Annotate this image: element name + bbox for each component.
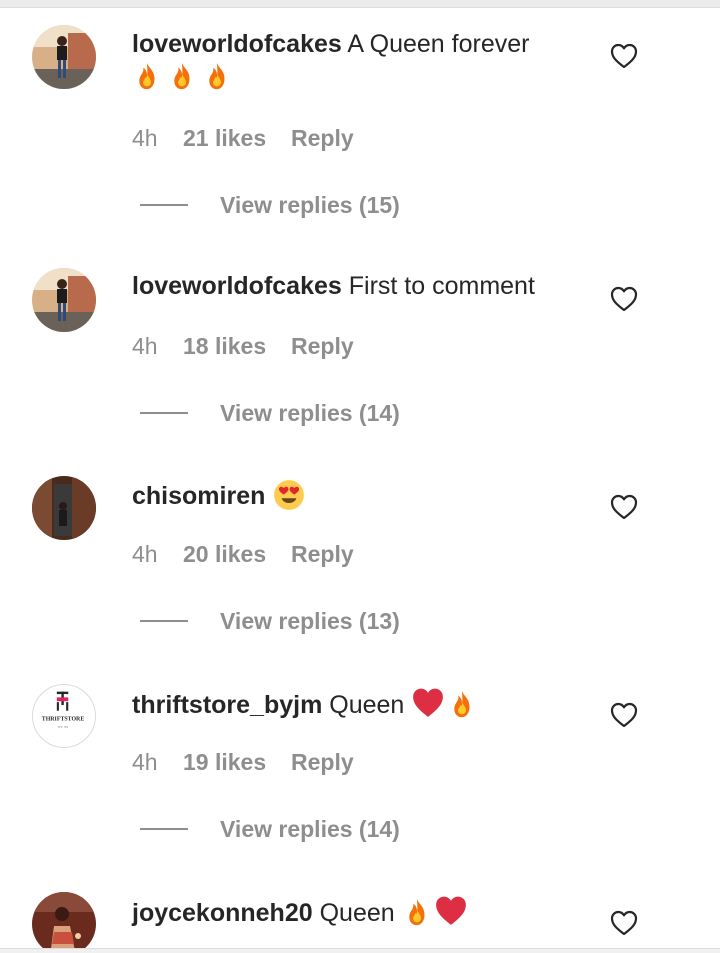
comment-text: loveworldofcakes A Queen forever	[132, 28, 602, 94]
comment-item: chisomiren 4h 20 likes Reply View replies …	[0, 476, 720, 684]
view-replies-button[interactable]: View replies (14)	[140, 400, 400, 427]
comment-username[interactable]: chisomiren	[132, 482, 265, 510]
fire-icon	[209, 62, 225, 90]
fire-icon	[408, 898, 425, 926]
comment-text: chisomiren	[132, 478, 602, 513]
fire-icon	[454, 690, 470, 718]
comment-item: loveworldofcakes A Queen forever 4h 21 li…	[0, 25, 720, 233]
comment-username[interactable]: loveworldofcakes	[132, 30, 342, 58]
comment-item: THRIFTSTORE BY JM thriftstore_byjm Queen…	[0, 684, 720, 892]
view-replies-button[interactable]: View replies (13)	[140, 608, 400, 635]
fire-icon	[139, 62, 155, 90]
like-heart-icon[interactable]	[610, 286, 638, 312]
reply-button[interactable]: Reply	[291, 749, 354, 776]
view-replies-label: View replies (14)	[220, 400, 400, 426]
view-replies-label: View replies (14)	[220, 816, 400, 842]
comment-body: First to comment	[348, 272, 535, 300]
comment-item: joycekonneh20 Queen	[0, 892, 720, 950]
comment-username[interactable]: joycekonneh20	[132, 899, 313, 927]
bottom-divider	[0, 948, 720, 953]
like-heart-icon[interactable]	[610, 702, 638, 728]
avatar[interactable]: THRIFTSTORE BY JM	[32, 684, 96, 748]
avatar[interactable]	[32, 268, 96, 332]
comment-text: thriftstore_byjm Queen	[132, 686, 602, 722]
avatar[interactable]	[32, 476, 96, 540]
comment-time: 4h	[132, 541, 158, 567]
comment-text: loveworldofcakes First to comment	[132, 270, 602, 303]
comment-time: 4h	[132, 333, 158, 359]
like-heart-icon[interactable]	[610, 43, 638, 69]
brand-logo-text: THRIFTSTORE	[42, 716, 85, 722]
likes-count[interactable]: 19 likes	[183, 749, 291, 776]
fire-icon	[174, 62, 190, 90]
comment-meta: 4h 21 likes Reply	[132, 125, 354, 152]
reply-button[interactable]: Reply	[291, 333, 354, 360]
reply-button[interactable]: Reply	[291, 541, 354, 568]
replies-divider-line	[140, 827, 188, 830]
view-replies-label: View replies (15)	[220, 192, 400, 218]
comment-username[interactable]: thriftstore_byjm	[132, 691, 322, 719]
comment-username[interactable]: loveworldofcakes	[132, 272, 342, 300]
reply-button[interactable]: Reply	[291, 125, 354, 152]
top-divider	[0, 0, 720, 8]
view-replies-label: View replies (13)	[220, 608, 400, 634]
likes-count[interactable]: 21 likes	[183, 125, 291, 152]
red-heart-emoji	[413, 688, 444, 717]
heart-eyes-emoji	[274, 480, 305, 510]
comment-text: joycekonneh20 Queen	[132, 894, 602, 930]
comment-body: A Queen forever	[347, 30, 530, 58]
like-heart-icon[interactable]	[610, 494, 638, 520]
likes-count[interactable]: 18 likes	[183, 333, 291, 360]
avatar[interactable]	[32, 892, 96, 950]
like-heart-icon[interactable]	[610, 910, 638, 936]
avatar[interactable]	[32, 25, 96, 89]
view-replies-button[interactable]: View replies (15)	[140, 192, 400, 219]
view-replies-button[interactable]: View replies (14)	[140, 816, 400, 843]
brand-logo-mark	[56, 691, 69, 711]
comment-item: loveworldofcakes First to comment 4h 18 l…	[0, 268, 720, 476]
comment-time: 4h	[132, 125, 158, 151]
brand-logo-subtext: BY JM	[58, 725, 68, 729]
replies-divider-line	[140, 203, 188, 206]
replies-divider-line	[140, 619, 188, 622]
comment-meta: 4h 20 likes Reply	[132, 541, 354, 568]
comment-meta: 4h 19 likes Reply	[132, 749, 354, 776]
red-heart-emoji	[435, 896, 466, 925]
replies-divider-line	[140, 411, 188, 414]
comment-meta: 4h 18 likes Reply	[132, 333, 354, 360]
likes-count[interactable]: 20 likes	[183, 541, 291, 568]
comment-body: Queen	[319, 899, 395, 927]
comment-time: 4h	[132, 749, 158, 775]
comment-body: Queen	[329, 691, 405, 719]
